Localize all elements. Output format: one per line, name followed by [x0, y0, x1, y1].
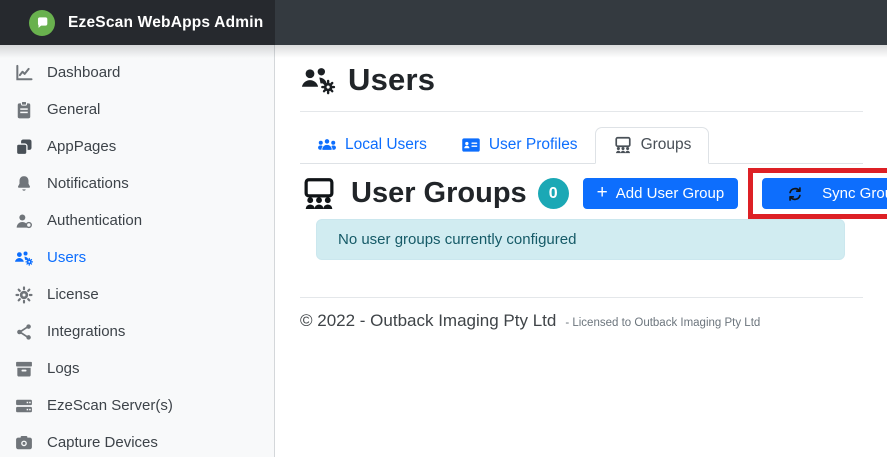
tab-label: Groups — [641, 136, 692, 154]
sidebar-item-label: Dashboard — [47, 64, 120, 81]
group-count-badge: 0 — [538, 178, 569, 209]
share-nodes-icon — [14, 322, 34, 342]
section-title: User Groups — [351, 177, 527, 210]
sidebar-item-apppages[interactable]: AppPages — [0, 128, 274, 165]
id-card-icon — [461, 136, 481, 154]
clone-icon — [14, 137, 34, 157]
users-gear-icon — [300, 63, 337, 97]
sidebar-item-label: General — [47, 101, 100, 118]
bell-icon — [14, 174, 34, 194]
sidebar-item-authentication[interactable]: Authentication — [0, 202, 274, 239]
page-title-text: Users — [348, 62, 435, 98]
footer-text: © 2022 - Outback Imaging Pty Ltd - Licen… — [300, 311, 863, 331]
screen-users-icon — [300, 177, 338, 210]
sidebar-item-users[interactable]: Users — [0, 239, 274, 276]
sidebar-item-label: Notifications — [47, 175, 129, 192]
empty-groups-alert: No user groups currently configured — [316, 219, 845, 260]
sidebar-item-label: Authentication — [47, 212, 142, 229]
tab-user-profiles[interactable]: User Profiles — [444, 127, 595, 164]
sync-icon — [776, 186, 814, 202]
sidebar-item-general[interactable]: General — [0, 91, 274, 128]
sidebar-nav: Dashboard General AppPages Notifications… — [0, 45, 275, 457]
groups-tab-pane: User Groups 0 + Add User Group Sync Grou… — [300, 164, 863, 260]
sync-groups-label: Sync Groups — [822, 185, 887, 202]
sidebar-item-integrations[interactable]: Integrations — [0, 313, 274, 350]
navbar-brand[interactable]: EzeScan WebApps Admin — [0, 0, 275, 45]
sidebar-item-label: License — [47, 286, 99, 303]
sidebar-item-license[interactable]: License — [0, 276, 274, 313]
add-user-group-button[interactable]: + Add User Group — [583, 178, 739, 209]
tab-groups[interactable]: Groups — [595, 127, 710, 164]
copyright-text: © 2022 - Outback Imaging Pty Ltd — [300, 311, 556, 331]
sidebar-item-ezescan-servers[interactable]: EzeScan Server(s) — [0, 387, 274, 424]
user-groups-header: User Groups 0 + Add User Group Sync Grou… — [300, 177, 863, 210]
box-archive-icon — [14, 359, 34, 379]
clipboard-icon — [14, 100, 34, 120]
sync-groups-button[interactable]: Sync Groups — [762, 178, 887, 209]
title-divider — [300, 111, 863, 112]
footer-divider — [300, 297, 863, 298]
sidebar-item-label: Logs — [47, 360, 80, 377]
sidebar-item-label: Integrations — [47, 323, 125, 340]
sidebar-item-notifications[interactable]: Notifications — [0, 165, 274, 202]
chart-line-icon — [14, 63, 34, 83]
sidebar-item-logs[interactable]: Logs — [0, 350, 274, 387]
page-footer: © 2022 - Outback Imaging Pty Ltd - Licen… — [300, 297, 863, 331]
sidebar-item-label: AppPages — [47, 138, 116, 155]
plus-icon: + — [597, 183, 608, 202]
cog-icon — [14, 285, 34, 305]
users-tabs: Local Users User Profiles Groups — [300, 127, 863, 164]
app-title: EzeScan WebApps Admin — [68, 14, 263, 32]
users-gear-icon — [14, 248, 34, 268]
sidebar-item-label: Capture Devices — [47, 434, 158, 451]
main-content: Users Local Users User Profiles Groups — [276, 45, 887, 457]
top-navbar: EzeScan WebApps Admin — [0, 0, 887, 45]
user-badge-icon — [14, 211, 34, 231]
camera-icon — [14, 433, 34, 453]
tab-label: Local Users — [345, 136, 427, 154]
licensed-to-text: - Licensed to Outback Imaging Pty Ltd — [565, 317, 760, 329]
sidebar-item-dashboard[interactable]: Dashboard — [0, 54, 274, 91]
users-icon — [317, 136, 337, 154]
tab-local-users[interactable]: Local Users — [300, 127, 444, 164]
screen-users-icon — [613, 136, 633, 154]
add-user-group-label: Add User Group — [616, 185, 724, 202]
tab-label: User Profiles — [489, 136, 578, 154]
sidebar-item-label: EzeScan Server(s) — [47, 397, 173, 414]
page-title: Users — [300, 62, 863, 98]
sidebar-item-capture-devices[interactable]: Capture Devices — [0, 424, 274, 457]
ezescan-logo-icon — [29, 10, 55, 36]
red-highlight-annotation: Sync Groups — [748, 168, 887, 219]
server-icon — [14, 396, 34, 416]
sidebar-item-label: Users — [47, 249, 86, 266]
